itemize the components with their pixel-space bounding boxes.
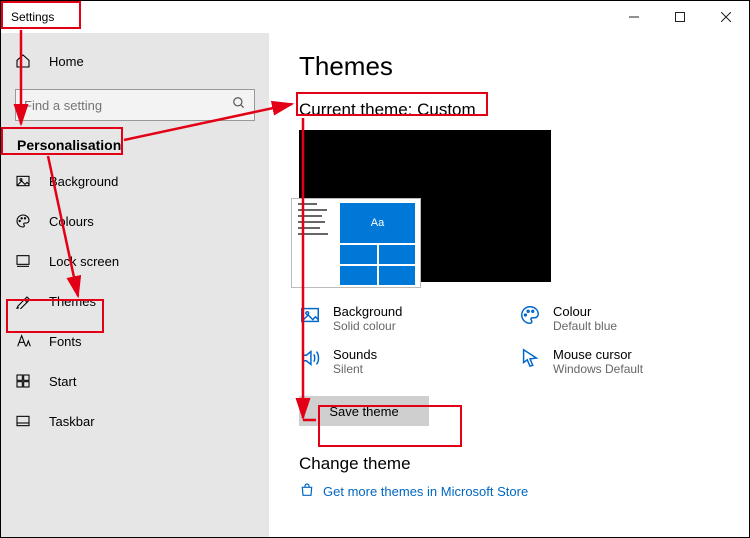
sidebar-item-colours[interactable]: Colours	[1, 201, 269, 241]
theme-option-colour[interactable]: Colour Default blue	[519, 302, 719, 335]
sidebar-item-themes[interactable]: Themes	[1, 281, 269, 321]
option-subtitle: Solid colour	[333, 319, 402, 333]
sidebar: Home Personalisation Background	[1, 33, 269, 537]
search-icon	[232, 96, 246, 115]
theme-preview: Aa	[299, 130, 551, 282]
sidebar-item-label: Start	[49, 374, 76, 389]
themes-icon	[15, 293, 35, 309]
option-subtitle: Default blue	[553, 319, 617, 333]
sidebar-item-label: Taskbar	[49, 414, 95, 429]
change-theme-heading: Change theme	[299, 454, 719, 474]
taskbar-icon	[15, 413, 35, 429]
theme-preview-tile-sample: Aa	[340, 203, 415, 243]
store-link-text: Get more themes in Microsoft Store	[323, 484, 528, 499]
window-title: Settings	[1, 10, 54, 24]
option-subtitle: Silent	[333, 362, 377, 376]
home-icon	[15, 53, 35, 69]
nav-home-label: Home	[49, 54, 84, 69]
theme-option-sounds[interactable]: Sounds Silent	[299, 345, 499, 378]
option-title: Mouse cursor	[553, 347, 643, 362]
theme-preview-window: Aa	[291, 198, 421, 288]
sidebar-item-start[interactable]: Start	[1, 361, 269, 401]
picture-icon	[15, 173, 35, 189]
search-box[interactable]	[15, 89, 255, 121]
settings-window: Settings Home	[0, 0, 750, 538]
content-pane: Themes Current theme: Custom Aa	[269, 33, 749, 537]
sidebar-item-label: Themes	[49, 294, 96, 309]
nav-home[interactable]: Home	[1, 41, 269, 81]
palette-icon	[519, 304, 541, 326]
close-button[interactable]	[703, 1, 749, 33]
current-theme-label: Current theme: Custom	[299, 100, 719, 120]
sidebar-item-background[interactable]: Background	[1, 161, 269, 201]
save-theme-button[interactable]: Save theme	[299, 396, 429, 426]
page-title: Themes	[299, 51, 719, 82]
store-icon	[299, 482, 315, 501]
sidebar-item-lockscreen[interactable]: Lock screen	[1, 241, 269, 281]
lockscreen-icon	[15, 253, 35, 269]
option-subtitle: Windows Default	[553, 362, 643, 376]
titlebar: Settings	[1, 1, 749, 33]
picture-icon	[299, 304, 321, 326]
start-icon	[15, 373, 35, 389]
option-title: Colour	[553, 304, 617, 319]
sidebar-item-taskbar[interactable]: Taskbar	[1, 401, 269, 441]
theme-option-background[interactable]: Background Solid colour	[299, 302, 499, 335]
sidebar-item-label: Background	[49, 174, 118, 189]
sidebar-item-fonts[interactable]: Fonts	[1, 321, 269, 361]
store-link[interactable]: Get more themes in Microsoft Store	[299, 482, 719, 501]
maximize-button[interactable]	[657, 1, 703, 33]
theme-option-cursor[interactable]: Mouse cursor Windows Default	[519, 345, 719, 378]
sidebar-item-label: Fonts	[49, 334, 82, 349]
cursor-icon	[519, 347, 541, 369]
sidebar-item-label: Colours	[49, 214, 94, 229]
option-title: Sounds	[333, 347, 377, 362]
search-input[interactable]	[24, 98, 232, 113]
sound-icon	[299, 347, 321, 369]
fonts-icon	[15, 333, 35, 349]
palette-icon	[15, 213, 35, 229]
section-header-personalisation: Personalisation	[1, 129, 269, 161]
option-title: Background	[333, 304, 402, 319]
minimize-button[interactable]	[611, 1, 657, 33]
sidebar-item-label: Lock screen	[49, 254, 119, 269]
